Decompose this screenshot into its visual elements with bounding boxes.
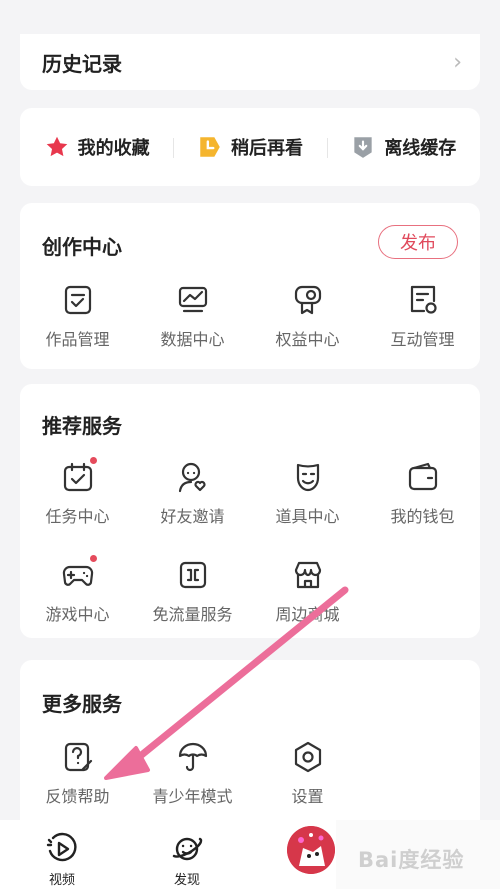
my-wallet[interactable]: 我的钱包: [365, 460, 480, 527]
chart-monitor-icon: [178, 286, 207, 313]
document-check-icon: [64, 285, 91, 315]
publish-button[interactable]: 发布: [378, 225, 458, 259]
tab-discover[interactable]: 发现: [147, 832, 227, 888]
wallet-icon: [408, 462, 437, 491]
download-icon: [354, 137, 372, 158]
creation-center-title: 创作中心: [42, 235, 122, 259]
feedback-help[interactable]: 反馈帮助: [20, 740, 135, 807]
sim-card-icon: [179, 561, 206, 589]
clock-icon: [200, 137, 220, 157]
invite-friends[interactable]: 好友邀请: [135, 460, 250, 527]
history-title: 历史记录: [42, 52, 122, 76]
notification-dot: [89, 457, 97, 464]
interaction-management[interactable]: 互动管理: [365, 283, 480, 350]
umbrella-icon: [178, 742, 207, 772]
free-data-service[interactable]: 免流量服务: [135, 558, 250, 625]
game-center[interactable]: 游戏中心: [20, 555, 135, 625]
avatar[interactable]: [287, 826, 335, 874]
history-row[interactable]: 历史记录 ›: [20, 34, 480, 90]
creation-center: 创作中心 发布 作品管理 数据中心 权益中心 互动管理: [20, 203, 480, 369]
notification-dot: [89, 555, 97, 562]
watermark-text: Bai度经验: [358, 848, 465, 872]
avatar-image: [287, 826, 335, 874]
tab-video[interactable]: 视频: [22, 832, 102, 888]
watch-later-label: 稍后再看: [230, 138, 303, 159]
calendar-check-icon: [63, 462, 92, 492]
props-center[interactable]: 道具中心: [250, 460, 365, 527]
video-icon: [46, 832, 77, 862]
user-heart-icon: [178, 462, 206, 493]
mask-icon: [296, 463, 319, 492]
watermark: Bai度经验: [336, 820, 500, 889]
recommended-services-title: 推荐服务: [42, 414, 122, 438]
favorites-label: 我的收藏: [77, 138, 150, 159]
chevron-right-icon: ›: [453, 50, 462, 75]
store-icon: [294, 561, 321, 589]
gamepad-icon: [62, 565, 93, 586]
settings[interactable]: 设置: [250, 740, 365, 807]
planet-icon: [172, 837, 203, 861]
more-services-title: 更多服务: [42, 692, 122, 716]
quick-actions: 我的收藏 稍后再看 离线缓存: [20, 108, 480, 186]
star-icon: [46, 136, 67, 157]
merch-store[interactable]: 周边商城: [250, 558, 365, 625]
offline-cache-label: 离线缓存: [384, 138, 457, 159]
works-management[interactable]: 作品管理: [20, 283, 135, 350]
favorites-button[interactable]: 我的收藏: [20, 134, 173, 160]
task-center[interactable]: 任务中心: [20, 457, 135, 527]
bottom-tab-bar: 视频 发现: [0, 820, 336, 889]
offline-cache-button[interactable]: 离线缓存: [326, 134, 480, 160]
teen-mode[interactable]: 青少年模式: [135, 740, 250, 807]
message-settings-icon: [410, 285, 437, 314]
rights-center[interactable]: 权益中心: [250, 283, 365, 350]
badge-icon: [294, 285, 321, 315]
watch-later-button[interactable]: 稍后再看: [173, 134, 326, 160]
gear-icon: [294, 741, 321, 773]
recommended-services: 推荐服务 任务中心 好友邀请 道具中心 我的钱包 游戏中心 免流量服务 周边商城: [20, 384, 480, 638]
data-center[interactable]: 数据中心: [135, 283, 250, 350]
help-edit-icon: [64, 742, 92, 772]
more-services: 更多服务 反馈帮助 青少年模式 设置: [20, 660, 480, 820]
